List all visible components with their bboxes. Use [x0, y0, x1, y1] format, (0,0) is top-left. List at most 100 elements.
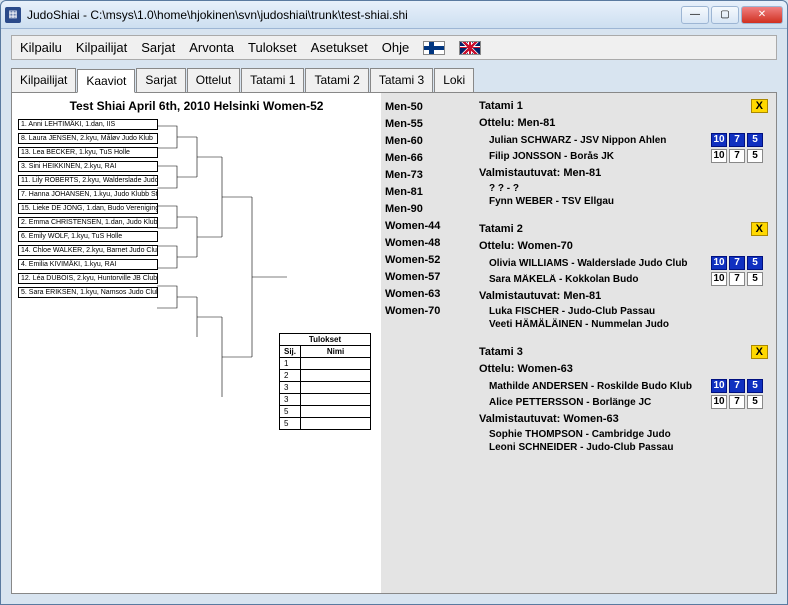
score-box[interactable]: 5	[747, 149, 763, 163]
category-item[interactable]: Women-52	[385, 252, 467, 269]
bracket-entry: 5. Sara ERIKSEN, 1.kyu, Namsos Judo Club	[18, 287, 158, 298]
ottelu-label: Ottelu: Women-70	[479, 240, 768, 252]
bracket-entry: 15. Lieke DE JONG, 1.dan, Budo Verenigin…	[18, 203, 158, 214]
window-title: JudoShiai - C:\msys\1.0\home\hjokinen\sv…	[27, 8, 681, 22]
score-box[interactable]: 5	[747, 379, 763, 393]
tatami-close-button[interactable]: X	[751, 345, 768, 359]
menu-kilpailijat[interactable]: Kilpailijat	[76, 40, 127, 55]
tatami-title: Tatami 2	[479, 223, 523, 235]
waiting-name: Veeti HÄMÄLÄINEN - Nummelan Judo	[489, 319, 768, 330]
tab-loki[interactable]: Loki	[434, 68, 474, 92]
match-scores: 1075	[711, 395, 768, 409]
tab-tatami-3[interactable]: Tatami 3	[370, 68, 433, 92]
results-row: 1	[279, 358, 370, 370]
content: KilpailijatKaaviotSarjatOttelutTatami 1T…	[1, 64, 787, 604]
tatami-block: Tatami 2 X Ottelu: Women-70 Olivia WILLIAMS…	[479, 222, 768, 330]
match-scores: 1075	[711, 256, 768, 270]
score-box[interactable]: 7	[729, 149, 745, 163]
results-header: Tulokset	[279, 334, 370, 346]
category-item[interactable]: Women-63	[385, 286, 467, 303]
category-item[interactable]: Men-66	[385, 150, 467, 167]
tab-tatami-1[interactable]: Tatami 1	[241, 68, 304, 92]
bracket-title: Test Shiai April 6th, 2010 Helsinki Wome…	[18, 99, 375, 113]
tab-tatami-2[interactable]: Tatami 2	[305, 68, 368, 92]
score-box[interactable]: 7	[729, 379, 745, 393]
categories-pane: Men-50Men-55Men-60Men-66Men-73Men-81Men-…	[381, 93, 471, 593]
menu-tulokset[interactable]: Tulokset	[248, 40, 297, 55]
results-row: 3	[279, 382, 370, 394]
window-buttons: — ▢ ✕	[681, 6, 783, 24]
maximize-button[interactable]: ▢	[711, 6, 739, 24]
flag-fi-icon[interactable]	[423, 41, 445, 55]
bracket-entry: 2. Emma CHRISTENSEN, 1.dan, Judo Klubb S…	[18, 217, 158, 228]
match-scores: 1075	[711, 149, 768, 163]
score-box[interactable]: 7	[729, 256, 745, 270]
menu-kilpailu[interactable]: Kilpailu	[20, 40, 62, 55]
bracket-entry: 7. Hanna JOHANSEN, 1.kyu, Judo Klubb Sto…	[18, 189, 158, 200]
category-item[interactable]: Women-70	[385, 303, 467, 320]
score-box[interactable]: 7	[729, 395, 745, 409]
waiting-name: Fynn WEBER - TSV Ellgau	[489, 196, 768, 207]
score-box[interactable]: 10	[711, 256, 727, 270]
minimize-button[interactable]: —	[681, 6, 709, 24]
category-item[interactable]: Men-90	[385, 201, 467, 218]
bracket-entry: 11. Lily ROBERTS, 2.kyu, Walderslade Jud…	[18, 175, 158, 186]
results-row: 5	[279, 406, 370, 418]
category-item[interactable]: Men-73	[385, 167, 467, 184]
score-box[interactable]: 5	[747, 395, 763, 409]
match-row: Olivia WILLIAMS - Walderslade Judo Club1…	[489, 256, 768, 270]
category-item[interactable]: Men-55	[385, 116, 467, 133]
bracket-entry: 3. Sini HEIKKINEN, 2.kyu, RAI	[18, 161, 158, 172]
menu-sarjat[interactable]: Sarjat	[141, 40, 175, 55]
score-box[interactable]: 5	[747, 256, 763, 270]
tab-kilpailijat[interactable]: Kilpailijat	[11, 68, 76, 92]
tab-ottelut[interactable]: Ottelut	[187, 68, 240, 92]
category-item[interactable]: Men-60	[385, 133, 467, 150]
match-scores: 1075	[711, 133, 768, 147]
category-item[interactable]: Men-81	[385, 184, 467, 201]
tab-kaaviot[interactable]: Kaaviot	[77, 69, 135, 93]
waiting-name: ? ? - ?	[489, 183, 768, 194]
score-box[interactable]: 10	[711, 395, 727, 409]
tabbar: KilpailijatKaaviotSarjatOttelutTatami 1T…	[11, 68, 777, 92]
match-row: Alice PETTERSSON - Borlänge JC 1075	[489, 395, 768, 409]
score-box[interactable]: 5	[747, 133, 763, 147]
results-table: Tulokset Sij.Nimi 123355	[279, 333, 371, 430]
score-box[interactable]: 5	[747, 272, 763, 286]
match-row: Julian SCHWARZ - JSV Nippon Ahlen1075	[489, 133, 768, 147]
menu-ohje[interactable]: Ohje	[382, 40, 409, 55]
score-box[interactable]: 10	[711, 149, 727, 163]
menubar: Kilpailu Kilpailijat Sarjat Arvonta Tulo…	[11, 35, 777, 60]
match-row: Filip JÖNSSON - Borås JK 1075	[489, 149, 768, 163]
menu-asetukset[interactable]: Asetukset	[311, 40, 368, 55]
tab-sarjat[interactable]: Sarjat	[136, 68, 185, 92]
match-name: Alice PETTERSSON - Borlänge JC	[489, 397, 707, 408]
tatami-header: Tatami 3X	[479, 345, 768, 359]
menubar-wrap: Kilpailu Kilpailijat Sarjat Arvonta Tulo…	[1, 29, 787, 64]
category-item[interactable]: Women-48	[385, 235, 467, 252]
tatami-close-button[interactable]: X	[751, 222, 768, 236]
category-item[interactable]: Women-44	[385, 218, 467, 235]
results-row: 2	[279, 370, 370, 382]
category-item[interactable]: Women-57	[385, 269, 467, 286]
flag-gb-icon[interactable]	[459, 41, 481, 55]
close-button[interactable]: ✕	[741, 6, 783, 24]
score-box[interactable]: 7	[729, 272, 745, 286]
results-col-pos: Sij.	[279, 346, 300, 358]
bracket-entry: 8. Laura JENSEN, 2.kyu, Måløv Judo Klub	[18, 133, 158, 144]
valmistautuvat-label: Valmistautuvat: Women-63	[479, 413, 768, 425]
bracket-entry: 12. Léa DUBOIS, 2.kyu, Huntorville JB Cl…	[18, 273, 158, 284]
match-row: Sara MÄKELÄ - Kokkolan Budo 1075	[489, 272, 768, 286]
tatami-pane: Tatami 1XOttelu: Men-81Julian SCHWARZ - …	[471, 93, 776, 593]
match-name: Sara MÄKELÄ - Kokkolan Budo	[489, 274, 707, 285]
menu-arvonta[interactable]: Arvonta	[189, 40, 234, 55]
tatami-close-button[interactable]: X	[751, 99, 768, 113]
valmistautuvat-label: Valmistautuvat: Men-81	[479, 290, 768, 302]
score-box[interactable]: 10	[711, 272, 727, 286]
category-item[interactable]: Men-50	[385, 99, 467, 116]
score-box[interactable]: 10	[711, 379, 727, 393]
match-name: Filip JÖNSSON - Borås JK	[489, 151, 707, 162]
score-box[interactable]: 7	[729, 133, 745, 147]
score-box[interactable]: 10	[711, 133, 727, 147]
tatami-block: Tatami 3XOttelu: Women-63Mathilde ANDERS…	[479, 345, 768, 453]
